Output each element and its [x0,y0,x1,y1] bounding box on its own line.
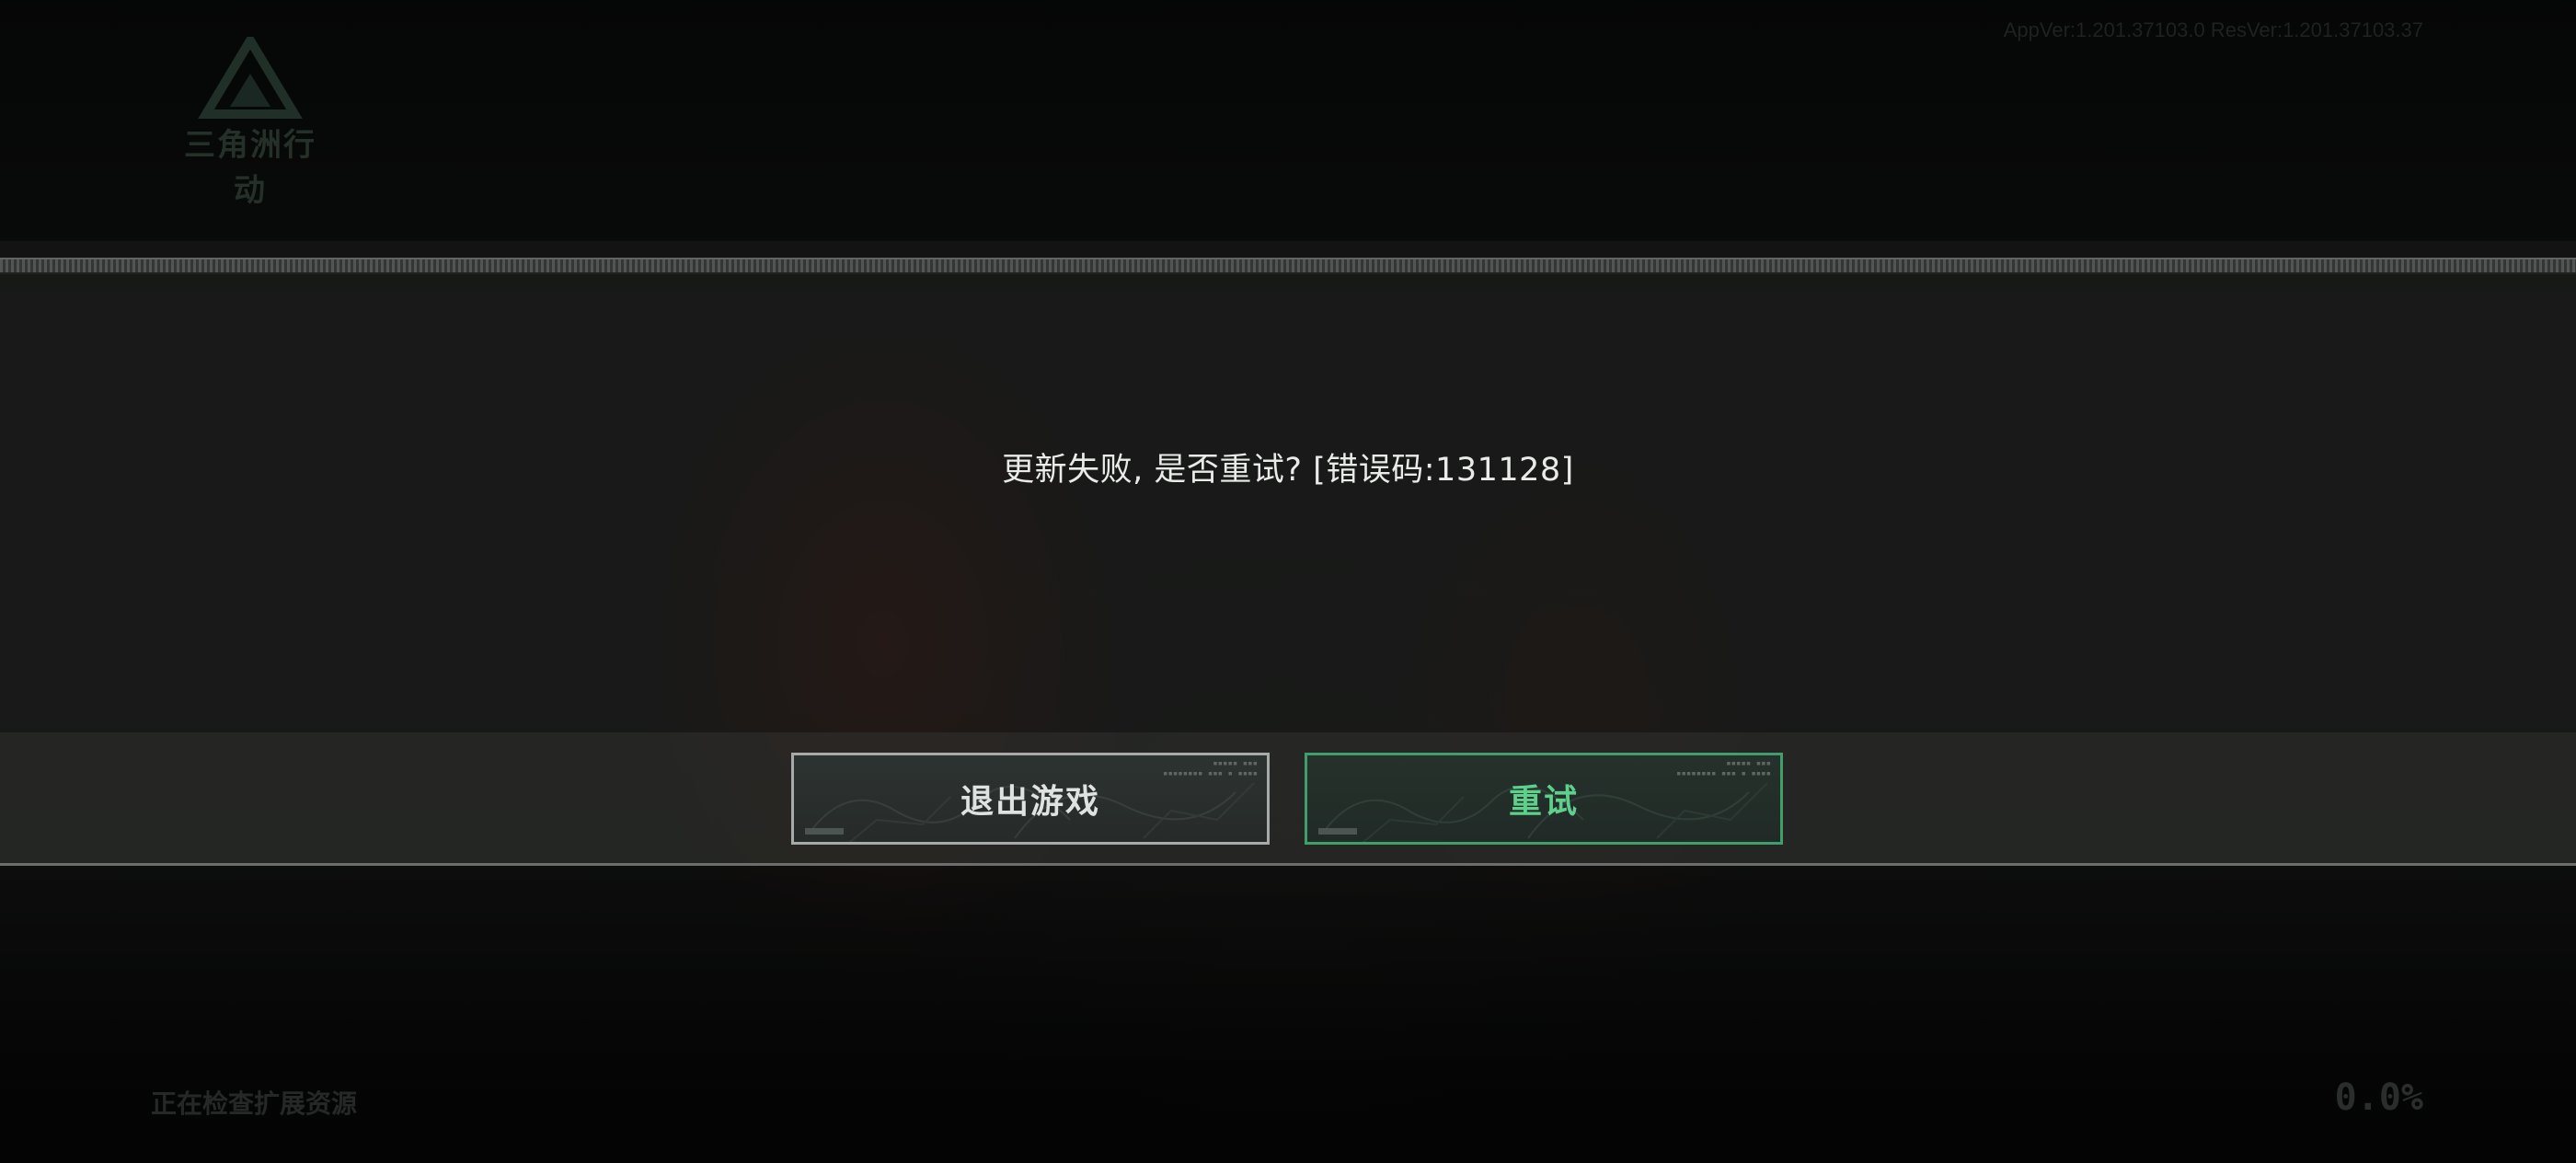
dialog-panel [0,272,2576,732]
loading-status-text: 正在检查扩展资源 [151,1088,358,1119]
triangle-logo-icon [198,37,303,119]
retry-label: 重试 [1508,783,1579,821]
retry-button[interactable]: ▪▪▪▪▪ ▪▪▪ ▪▪▪▪▪▪▪▪ ▪▪▪ ▪ ▪▪▪▪ 重试 [1305,753,1783,845]
exit-game-button[interactable]: ▪▪▪▪▪ ▪▪▪ ▪▪▪▪▪▪▪▪ ▪▪▪ ▪ ▪▪▪▪ 退出游戏 [791,753,1270,845]
error-message: 更新失败, 是否重试? [错误码:131128] [1002,452,1574,489]
progress-percent: 0.0% [2334,1077,2423,1119]
exit-game-label: 退出游戏 [960,783,1100,821]
game-logo: 三角洲行动 [169,37,331,209]
version-text: AppVer:1.201.37103.0 ResVer:1.201.37103.… [2003,18,2423,41]
button-band [0,732,2576,866]
game-screen: 三角洲行动 AppVer:1.201.37103.0 ResVer:1.201.… [0,0,2576,1163]
logo-text: 三角洲行动 [184,127,316,209]
bottom-band [0,866,2576,1163]
